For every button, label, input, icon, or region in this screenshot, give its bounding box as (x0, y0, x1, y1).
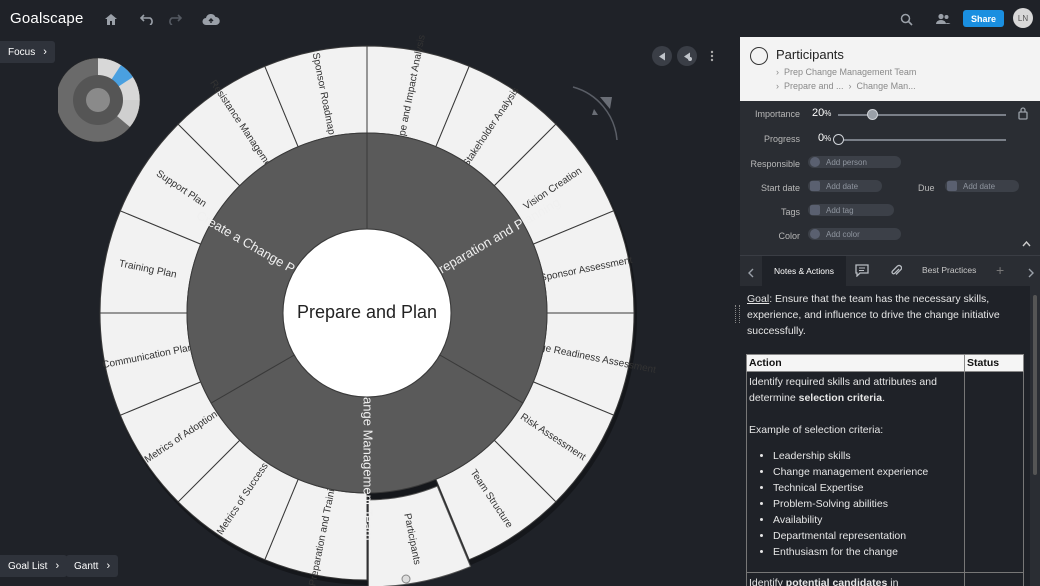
importance-slider[interactable] (838, 114, 1006, 116)
color-field[interactable]: Add color (808, 228, 901, 240)
goal-map[interactable]: Scope and Impact Analysis Stakeholder Ana… (0, 0, 740, 586)
goal-statement: Goal: Ensure that the team has the neces… (747, 291, 1025, 339)
tab-scroll-right-icon[interactable] (1028, 265, 1034, 283)
collapse-icon[interactable] (1022, 234, 1031, 252)
due-date-field[interactable]: Add date (945, 180, 1019, 192)
goal-details-panel: Participants › Prep Change Management Te… (740, 37, 1040, 586)
action-text: Identify (749, 577, 786, 586)
table-header-action: Action (746, 354, 965, 372)
notes-scrollbar[interactable] (1033, 295, 1037, 475)
importance-value: 20% (812, 107, 831, 119)
progress-unit: % (824, 134, 832, 143)
progress-slider-knob[interactable] (833, 134, 844, 145)
goal-status-circle[interactable] (750, 47, 768, 65)
breadcrumb-item[interactable]: Prepare and ... (784, 81, 844, 91)
goal-text: : Ensure that the team has the necessary… (747, 293, 1000, 337)
panel-resize-handle[interactable] (735, 305, 740, 323)
list-item: Enthusiasm for the change (773, 544, 962, 560)
action-cell[interactable]: Identify potential candidates in (746, 572, 965, 586)
importance-slider-knob[interactable] (866, 109, 878, 120)
start-date-field[interactable]: Add date (808, 180, 882, 192)
table-row: Identify potential candidates in (746, 572, 1024, 586)
comments-icon[interactable] (855, 264, 869, 282)
breadcrumb-item[interactable]: Prep Change Management Team (784, 67, 916, 77)
responsible-placeholder: Add person (826, 157, 867, 167)
criteria-list: Leadership skills Change management expe… (749, 448, 962, 560)
action-bold: potential candidates (785, 577, 888, 586)
start-date-placeholder: Add date (826, 181, 859, 191)
people-icon[interactable] (933, 9, 953, 29)
search-icon[interactable] (896, 9, 916, 29)
action-bold: selection criteria (798, 392, 883, 404)
share-button[interactable]: Share (963, 10, 1004, 27)
attachment-icon[interactable] (890, 264, 903, 282)
user-avatar[interactable]: LN (1013, 8, 1033, 28)
tab-bar: Notes & Actions Best Practices + (740, 255, 1040, 286)
calendar-icon (947, 181, 957, 191)
table-row: Identify required skills and attributes … (746, 371, 1024, 573)
tab-scroll-left-icon[interactable] (748, 265, 754, 283)
tags-placeholder: Add tag (826, 205, 854, 215)
list-item: Leadership skills (773, 448, 962, 464)
color-placeholder: Add color (826, 229, 860, 239)
status-cell[interactable] (964, 371, 1024, 573)
tags-field[interactable]: Add tag (808, 204, 894, 216)
tab-notes-actions[interactable]: Notes & Actions (762, 256, 846, 286)
breadcrumb[interactable]: › Prep Change Management Team (776, 67, 916, 77)
table-header-status: Status (964, 354, 1024, 372)
actions-table: Action Status Identify required skills a… (746, 354, 1024, 586)
palette-icon (810, 229, 820, 239)
goal-title[interactable]: Participants (776, 47, 844, 62)
action-cell[interactable]: Identify required skills and attributes … (746, 371, 965, 573)
importance-number: 20 (812, 107, 825, 119)
goal-word: Goal (747, 293, 770, 305)
progress-label: Progress (763, 134, 800, 144)
responsible-label: Responsible (750, 159, 800, 169)
list-item: Problem-Solving abilities (773, 496, 962, 512)
example-text: Example of selection criteria: (749, 424, 884, 436)
person-icon (810, 157, 820, 167)
map-center-label[interactable]: Prepare and Plan (297, 302, 437, 322)
action-text: in (887, 577, 899, 586)
map-segment-handle[interactable] (401, 574, 411, 584)
due-label: Due (918, 183, 935, 193)
breadcrumb-item[interactable]: Change Man... (857, 81, 916, 91)
breadcrumb[interactable]: › Prepare and ... › Change Man... (776, 81, 916, 91)
importance-unit: % (824, 109, 832, 118)
progress-slider[interactable] (838, 139, 1006, 141)
notes-editor[interactable]: Goal: Ensure that the team has the neces… (740, 286, 1030, 586)
tag-icon (810, 205, 820, 215)
action-text: . (882, 392, 885, 404)
tab-best-practices[interactable]: Best Practices (922, 265, 976, 275)
status-cell[interactable] (964, 572, 1024, 586)
importance-label: Importance (754, 109, 800, 119)
list-item: Technical Expertise (773, 480, 962, 496)
due-date-placeholder: Add date (963, 181, 996, 191)
lock-icon[interactable] (1018, 107, 1028, 125)
start-date-label: Start date (760, 183, 800, 193)
panel-header: Participants › Prep Change Management Te… (740, 37, 1040, 101)
responsible-field[interactable]: Add person (808, 156, 901, 168)
color-label: Color (778, 231, 800, 241)
add-tab-icon[interactable]: + (996, 262, 1004, 278)
tags-label: Tags (780, 207, 800, 217)
progress-value: 0% (818, 132, 831, 144)
calendar-icon (810, 181, 820, 191)
list-item: Departmental representation (773, 528, 962, 544)
list-item: Availability (773, 512, 962, 528)
list-item: Change management experience (773, 464, 962, 480)
